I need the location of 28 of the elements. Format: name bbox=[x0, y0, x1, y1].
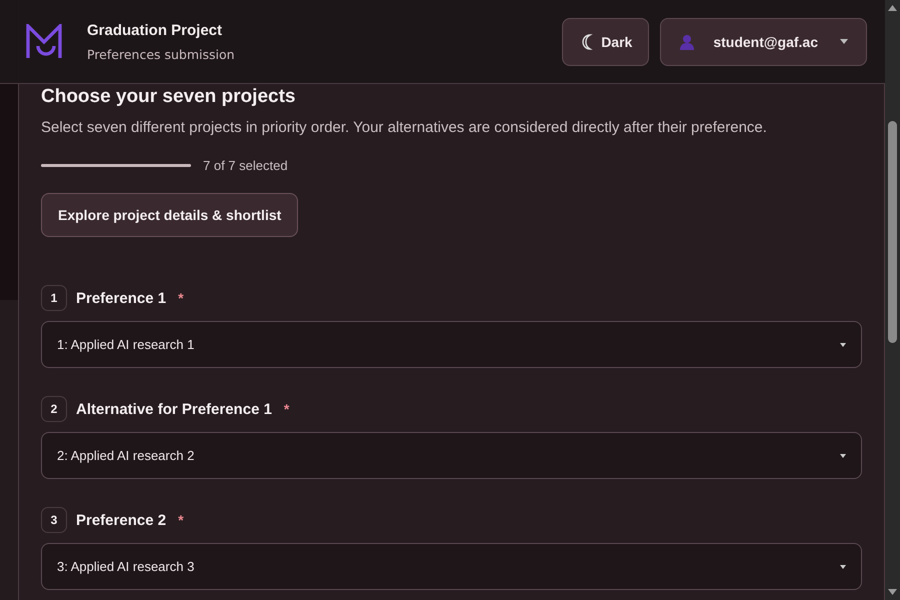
progress-label: 7 of 7 selected bbox=[203, 158, 288, 173]
scroll-down-icon[interactable] bbox=[888, 589, 897, 595]
caret-icon bbox=[840, 564, 846, 568]
required-asterisk: * bbox=[178, 290, 184, 306]
app-subtitle: Preferences submission bbox=[87, 46, 236, 62]
app-title: Graduation Project bbox=[87, 22, 224, 38]
section-title: Choose your seven projects bbox=[41, 86, 296, 108]
preference-label: Preference 1 bbox=[76, 290, 166, 306]
section-description: Select seven different projects in priority order. Your alternatives are considered directly after their preference. bbox=[41, 119, 768, 136]
explore-button[interactable]: Explore project details & shortlist bbox=[41, 193, 298, 237]
caret-icon bbox=[840, 39, 848, 44]
scrollbar-thumb[interactable] bbox=[888, 121, 897, 343]
project-select[interactable]: 2: Applied AI research 2 bbox=[41, 432, 862, 479]
theme-toggle-button[interactable]: Dark bbox=[562, 18, 650, 66]
preference-label: Alternative for Preference 1 bbox=[76, 400, 272, 418]
user-menu-button[interactable]: student@gaf.ac bbox=[660, 18, 867, 66]
project-select[interactable]: 3: Applied AI research 3 bbox=[41, 543, 862, 590]
required-asterisk: * bbox=[178, 512, 184, 528]
preference-label: Preference 2 bbox=[76, 512, 166, 528]
preference-number: 1 bbox=[41, 285, 67, 311]
caret-icon bbox=[840, 342, 846, 346]
user-icon bbox=[679, 34, 696, 50]
preference-number: 2 bbox=[41, 396, 67, 422]
required-asterisk: * bbox=[284, 401, 290, 417]
scroll-up-icon[interactable] bbox=[888, 5, 897, 11]
project-select[interactable]: 1: Applied AI research 1 bbox=[41, 321, 862, 368]
preference-number: 3 bbox=[41, 507, 67, 533]
caret-icon bbox=[840, 454, 846, 458]
